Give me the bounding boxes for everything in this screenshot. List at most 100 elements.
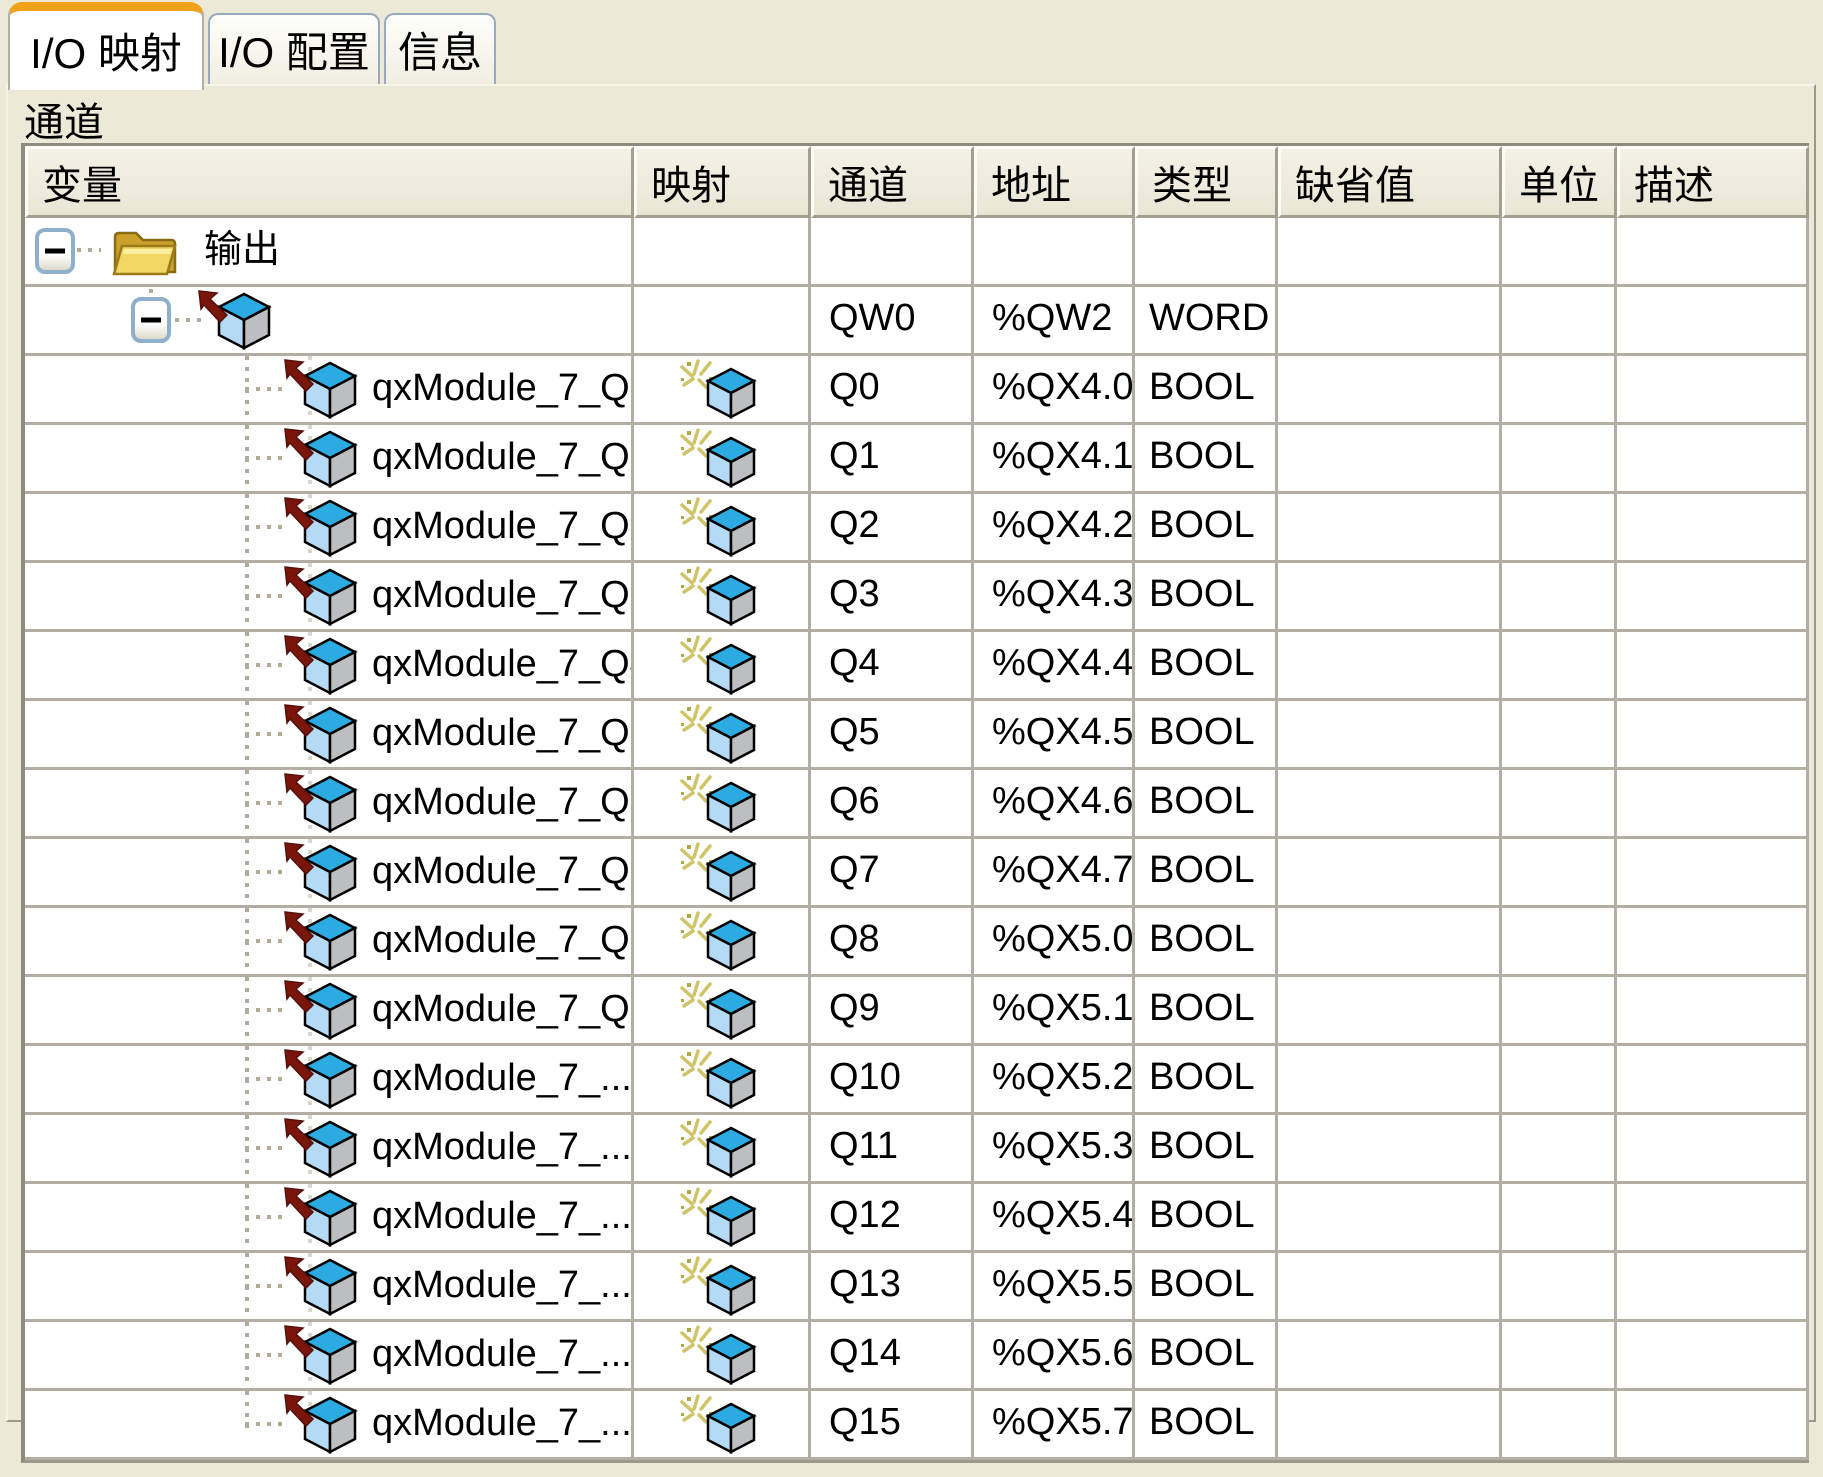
- cell-address: %QX4.4: [974, 632, 1135, 698]
- cell-type: BOOL: [1135, 701, 1278, 767]
- io-mapping-table[interactable]: 变量 映射 通道 地址 类型 缺省值 单位 描述 输出 QW0 %QW2 WORD qxModule_…: [21, 143, 1809, 1463]
- tab-io-mapping[interactable]: I/O 映射: [8, 2, 204, 90]
- cell-unit: [1502, 563, 1617, 629]
- cell-description: [1617, 977, 1809, 1043]
- cell-channel: Q5: [811, 701, 974, 767]
- cell-variable: qxModule_7_Q1: [25, 425, 634, 491]
- cell-mapping: [634, 1184, 811, 1250]
- table-row[interactable]: qxModule_7_... Q15 %QX5.7 BOOL: [25, 1391, 1809, 1460]
- cell-mapping: [634, 1046, 811, 1112]
- minus-expander-icon[interactable]: [35, 228, 75, 274]
- cell-description: [1617, 1115, 1809, 1181]
- table-row[interactable]: qxModule_7_Q6 Q6 %QX4.6 BOOL: [25, 770, 1809, 839]
- column-header-3[interactable]: 地址: [974, 146, 1135, 218]
- cell-variable: [25, 287, 634, 353]
- tree-dots: [77, 248, 101, 252]
- cell-unit: [1502, 218, 1617, 284]
- cell-address: %QX4.5: [974, 701, 1135, 767]
- cell-variable: qxModule_7_...: [25, 1322, 634, 1388]
- cell-description: [1617, 908, 1809, 974]
- cell-description: [1617, 218, 1809, 284]
- cell-channel: Q12: [811, 1184, 974, 1250]
- minus-glyph: [45, 248, 65, 254]
- cell-channel: Q10: [811, 1046, 974, 1112]
- channel-panel: 通道 变量 映射 通道 地址 类型 缺省值 单位 描述 输出 QW0 %QW2 WORD qxModu…: [6, 84, 1816, 1463]
- io-mapping-page: I/O 映射 I/O 配置 信息 通道 变量 映射 通道 地址 类型 缺省值 单位 描述 输出 QW…: [0, 0, 1823, 1477]
- tab-information[interactable]: 信息: [384, 13, 496, 84]
- column-header-7[interactable]: 描述: [1617, 146, 1809, 218]
- mapped-output-bit-icon: [282, 1185, 358, 1250]
- variable-label: qxModule_7_Q8: [372, 919, 634, 961]
- cell-variable: qxModule_7_Q6: [25, 770, 634, 836]
- cell-unit: [1502, 701, 1617, 767]
- cell-mapping: [634, 563, 811, 629]
- cell-default-value: [1278, 1391, 1502, 1457]
- cell-channel: Q6: [811, 770, 974, 836]
- table-row[interactable]: qxModule_7_Q9 Q9 %QX5.1 BOOL: [25, 977, 1809, 1046]
- cell-unit: [1502, 356, 1617, 422]
- table-row[interactable]: 输出: [25, 218, 1809, 287]
- tab-io-configuration[interactable]: I/O 配置: [208, 13, 380, 84]
- cell-variable: qxModule_7_...: [25, 1115, 634, 1181]
- map-to-new-variable-icon: [679, 1325, 759, 1388]
- cell-description: [1617, 1184, 1809, 1250]
- cell-address: %QW2: [974, 287, 1135, 353]
- tab-label: I/O 映射: [30, 30, 182, 77]
- table-row[interactable]: qxModule_7_Q3 Q3 %QX4.3 BOOL: [25, 563, 1809, 632]
- mapped-output-bit-icon: [282, 771, 358, 836]
- cell-default-value: [1278, 1115, 1502, 1181]
- cell-type: BOOL: [1135, 1253, 1278, 1319]
- table-row[interactable]: qxModule_7_Q4 Q4 %QX4.4 BOOL: [25, 632, 1809, 701]
- cell-address: %QX5.3: [974, 1115, 1135, 1181]
- cell-unit: [1502, 908, 1617, 974]
- map-to-new-variable-icon: [679, 497, 759, 560]
- cell-variable: qxModule_7_Q0: [25, 356, 634, 422]
- cell-default-value: [1278, 701, 1502, 767]
- cell-variable: qxModule_7_Q3: [25, 563, 634, 629]
- column-header-6[interactable]: 单位: [1502, 146, 1617, 218]
- column-header-0[interactable]: 变量: [25, 146, 634, 218]
- table-row[interactable]: qxModule_7_Q1 Q1 %QX4.1 BOOL: [25, 425, 1809, 494]
- cell-default-value: [1278, 494, 1502, 560]
- column-header-4[interactable]: 类型: [1135, 146, 1278, 218]
- mapped-output-bit-icon: [282, 495, 358, 560]
- minus-expander-icon[interactable]: [131, 297, 171, 343]
- cell-unit: [1502, 632, 1617, 698]
- table-row[interactable]: QW0 %QW2 WORD: [25, 287, 1809, 356]
- table-row[interactable]: qxModule_7_Q7 Q7 %QX4.7 BOOL: [25, 839, 1809, 908]
- table-row[interactable]: qxModule_7_... Q12 %QX5.4 BOOL: [25, 1184, 1809, 1253]
- mapped-output-bit-icon: [282, 978, 358, 1043]
- column-header-5[interactable]: 缺省值: [1278, 146, 1502, 218]
- table-row[interactable]: qxModule_7_Q2 Q2 %QX4.2 BOOL: [25, 494, 1809, 563]
- map-to-new-variable-icon: [679, 1394, 759, 1457]
- map-to-new-variable-icon: [679, 1256, 759, 1319]
- table-row[interactable]: qxModule_7_Q0 Q0 %QX4.0 BOOL: [25, 356, 1809, 425]
- table-row[interactable]: qxModule_7_... Q13 %QX5.5 BOOL: [25, 1253, 1809, 1322]
- cell-address: %QX5.4: [974, 1184, 1135, 1250]
- cell-description: [1617, 563, 1809, 629]
- cell-unit: [1502, 425, 1617, 491]
- map-to-new-variable-icon: [679, 428, 759, 491]
- map-to-new-variable-icon: [679, 359, 759, 422]
- cell-type: WORD: [1135, 287, 1278, 353]
- cell-variable: qxModule_7_...: [25, 1046, 634, 1112]
- cell-variable: qxModule_7_Q2: [25, 494, 634, 560]
- column-header-1[interactable]: 映射: [634, 146, 811, 218]
- column-header-2[interactable]: 通道: [811, 146, 974, 218]
- mapped-output-bit-icon: [282, 1047, 358, 1112]
- cell-channel: Q11: [811, 1115, 974, 1181]
- tab-label: 信息: [397, 29, 482, 76]
- table-row[interactable]: qxModule_7_... Q14 %QX5.6 BOOL: [25, 1322, 1809, 1391]
- cell-channel: Q15: [811, 1391, 974, 1457]
- cell-variable: qxModule_7_...: [25, 1253, 634, 1319]
- variable-label: qxModule_7_Q0: [372, 367, 634, 409]
- mapped-output-bit-icon: [282, 1323, 358, 1388]
- cell-default-value: [1278, 839, 1502, 905]
- cell-description: [1617, 1046, 1809, 1112]
- table-row[interactable]: qxModule_7_... Q11 %QX5.3 BOOL: [25, 1115, 1809, 1184]
- cell-description: [1617, 632, 1809, 698]
- table-row[interactable]: qxModule_7_Q5 Q5 %QX4.5 BOOL: [25, 701, 1809, 770]
- cell-mapping: [634, 908, 811, 974]
- table-row[interactable]: qxModule_7_... Q10 %QX5.2 BOOL: [25, 1046, 1809, 1115]
- table-row[interactable]: qxModule_7_Q8 Q8 %QX5.0 BOOL: [25, 908, 1809, 977]
